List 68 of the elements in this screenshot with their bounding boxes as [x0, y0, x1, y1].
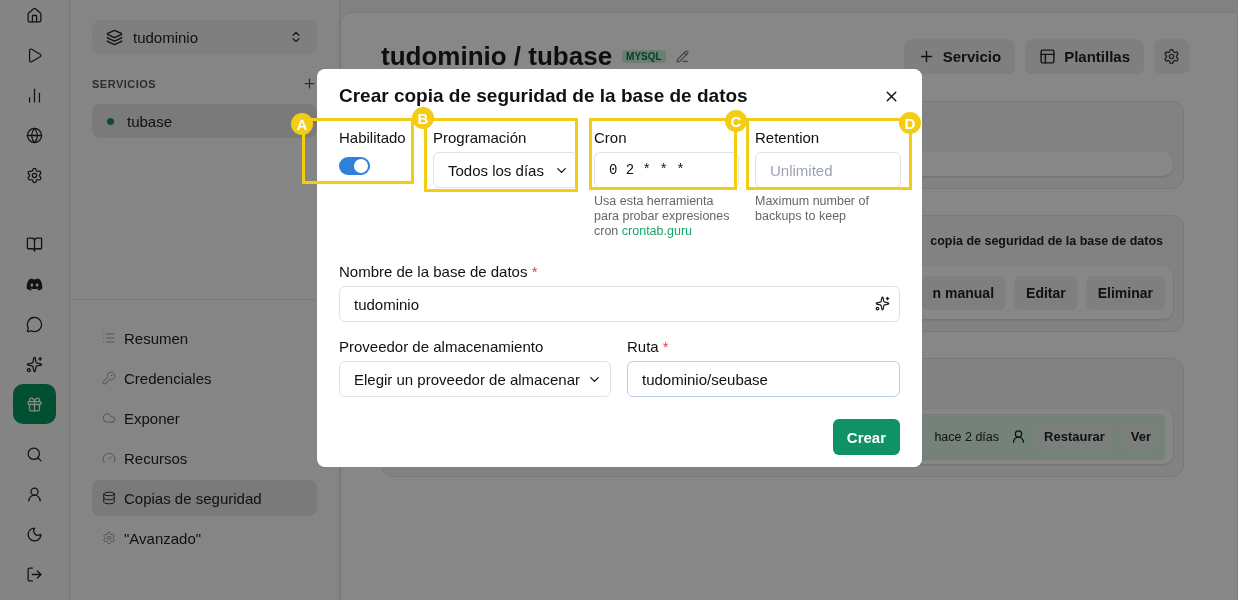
action-button[interactable]: Servicio	[903, 38, 1016, 74]
rail-button[interactable]	[13, 384, 56, 424]
database-icon	[102, 491, 116, 505]
field-label: Ruta *	[627, 338, 670, 355]
sparkles-icon	[26, 355, 43, 373]
nav-item[interactable]: Exponer	[92, 400, 317, 436]
action-button[interactable]: Plantillas	[1025, 38, 1144, 74]
cloud-icon	[102, 411, 116, 425]
chat-bubble-icon	[26, 315, 43, 333]
database-badge: MYSQL	[622, 49, 666, 63]
key-icon	[102, 371, 116, 385]
nav-item[interactable]: "Avanzado"	[92, 520, 317, 556]
nav-item[interactable]: Credenciales	[92, 360, 317, 396]
person-icon	[26, 485, 43, 503]
list-icon	[102, 331, 116, 345]
field-label: Proveedor de almacenamiento	[339, 338, 545, 355]
game-controller-icon	[26, 275, 43, 293]
settings-icon	[1163, 47, 1180, 65]
card-button[interactable]: n manual	[920, 275, 1007, 310]
backup-time: hace 2 días	[934, 429, 1000, 444]
play-icon	[26, 46, 43, 64]
gift-icon	[26, 395, 43, 413]
gauge-icon	[102, 451, 116, 465]
settings-button[interactable]	[1154, 38, 1189, 74]
nav-item[interactable]: Resumen	[92, 320, 317, 356]
search-icon	[26, 445, 43, 463]
settings-icon	[102, 531, 116, 545]
person-icon	[1011, 429, 1027, 444]
callout-badge: D	[899, 112, 921, 134]
help-text: Usa esta herramienta para probar expresiones cron crontab.guru	[594, 194, 731, 239]
layers-icon	[106, 28, 123, 46]
nav-item[interactable]: Recursos	[92, 440, 317, 476]
status-dot	[107, 117, 114, 125]
logout-icon	[26, 565, 43, 583]
add-icon[interactable]	[302, 76, 317, 91]
row-button[interactable]: Ver	[1122, 423, 1159, 450]
field-label: Programación	[433, 129, 528, 146]
edit-icon[interactable]	[675, 49, 689, 63]
help-link[interactable]: crontab.guru	[621, 224, 692, 238]
moon-icon	[26, 525, 43, 543]
help-text: Maximum number of backups to keep	[755, 194, 870, 225]
card-button[interactable]: Eliminar	[1085, 275, 1165, 310]
nav-item[interactable]: Copias de seguridad	[92, 480, 317, 516]
database-name-field[interactable]: tudominio	[339, 286, 900, 322]
globe-icon	[26, 126, 43, 144]
section-heading: SERVICIOS	[92, 77, 157, 90]
create-button[interactable]: Crear	[832, 419, 900, 455]
field-label: Nombre de la base de datos *	[339, 263, 539, 280]
dialog-title: Crear copia de seguridad de la base de datos	[339, 85, 748, 107]
bar-chart-icon	[26, 86, 43, 104]
settings-icon	[26, 166, 43, 184]
field-label: Retention	[755, 129, 821, 146]
callout-badge: C	[725, 110, 747, 132]
home-icon	[26, 6, 43, 24]
sparkles-icon[interactable]	[875, 296, 890, 311]
card-button[interactable]: Editar	[1014, 275, 1078, 310]
book-icon	[26, 235, 43, 253]
field-label: Habilitado	[339, 129, 407, 146]
page-title: tudominio / tubase	[381, 40, 613, 72]
field-label: Cron	[594, 129, 628, 146]
workspace-select[interactable]: tudominio	[92, 20, 317, 54]
callout-badge: B	[412, 107, 434, 129]
enabled-toggle[interactable]	[339, 157, 370, 175]
path-field[interactable]: tudominio/seubase	[627, 361, 900, 397]
row-button[interactable]: Restaurar	[1036, 423, 1113, 450]
template-icon	[1039, 47, 1057, 65]
card-title: copia de seguridad de la base de datos	[930, 234, 1163, 248]
provider-select[interactable]: Elegir un proveedor de almacenar	[339, 361, 611, 397]
